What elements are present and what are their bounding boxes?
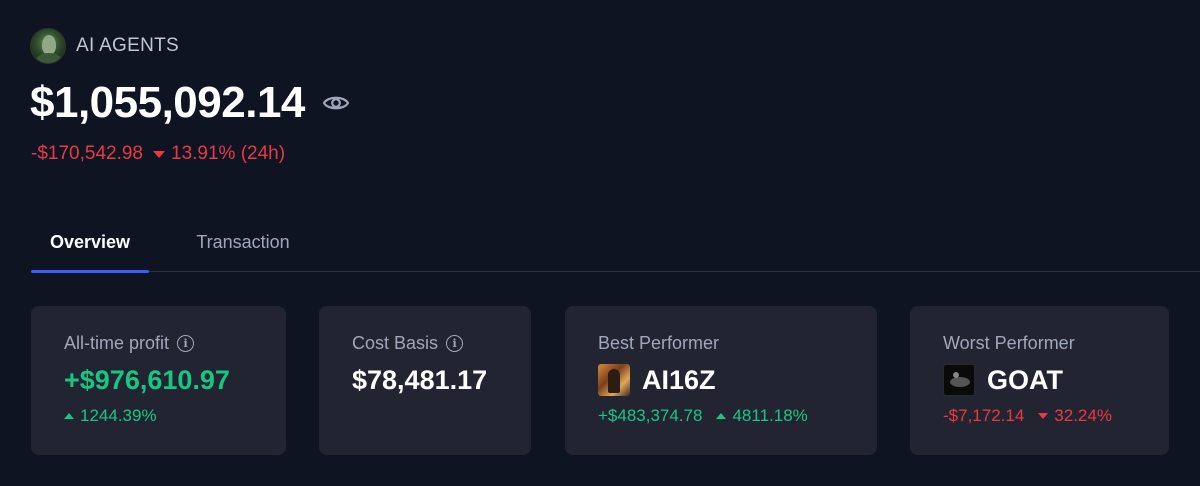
ai16z-logo-icon — [598, 364, 630, 396]
portfolio-name: AI AGENTS — [76, 35, 180, 56]
worst-performer-token: GOAT — [943, 364, 1169, 396]
portfolio-balance: $1,055,092.14 — [30, 78, 305, 127]
all-time-profit-change-value: 1244.39% — [80, 406, 157, 425]
change-percent-value: 13.91% (24h) — [171, 143, 286, 164]
avatar-face — [42, 35, 56, 55]
change-percent: 13.91% (24h) — [153, 143, 285, 165]
cost-basis-card: Cost Basis i $78,481.17 — [319, 306, 531, 455]
best-performer-change-value: 4811.18% — [732, 406, 808, 425]
best-performer-label: Best Performer — [598, 332, 720, 353]
portfolio-page: AI AGENTS $1,055,092.14 -$170,542.98 13.… — [0, 0, 1200, 486]
best-performer-token-name: AI16Z — [642, 364, 716, 395]
cost-basis-label-row: Cost Basis i — [352, 332, 531, 354]
worst-performer-card[interactable]: Worst Performer GOAT -$7,172.14 32.24% — [910, 306, 1169, 455]
avatar-body — [36, 53, 62, 63]
best-performer-change: 4811.18% — [716, 406, 808, 426]
goat-logo-icon — [943, 364, 975, 396]
worst-performer-change-value: 32.24% — [1054, 406, 1112, 425]
portfolio-header: AI AGENTS — [30, 28, 179, 64]
info-icon[interactable]: i — [177, 334, 195, 352]
cost-basis-label: Cost Basis — [352, 332, 439, 353]
cost-basis-value: $78,481.17 — [352, 364, 488, 395]
all-time-profit-change: 1244.39% — [64, 406, 286, 426]
best-performer-token: AI16Z — [598, 364, 877, 396]
all-time-profit-label-row: All-time profit i — [64, 332, 286, 354]
caret-down-icon — [153, 150, 165, 158]
caret-up-icon — [716, 413, 727, 419]
eye-icon[interactable] — [321, 88, 351, 118]
balance-change-row: -$170,542.98 13.91% (24h) — [31, 143, 285, 165]
caret-down-icon — [1038, 413, 1049, 419]
tab-bar: Overview Transaction — [31, 212, 1200, 273]
info-icon[interactable]: i — [446, 334, 464, 352]
caret-up-icon — [64, 413, 74, 419]
best-performer-card[interactable]: Best Performer AI16Z +$483,374.78 4811.1… — [565, 306, 877, 455]
all-time-profit-label: All-time profit — [64, 332, 170, 353]
worst-performer-token-name: GOAT — [987, 364, 1063, 395]
all-time-profit-value: +$976,610.97 — [64, 364, 230, 395]
all-time-profit-card: All-time profit i +$976,610.97 1244.39% — [31, 306, 286, 455]
best-performer-stats: +$483,374.78 4811.18% — [598, 406, 877, 426]
worst-performer-profit: -$7,172.14 — [943, 406, 1025, 425]
tab-transaction[interactable]: Transaction — [171, 212, 315, 272]
best-performer-profit: +$483,374.78 — [598, 406, 703, 425]
worst-performer-change: 32.24% — [1038, 406, 1112, 426]
portfolio-avatar[interactable] — [30, 28, 66, 64]
change-amount: -$170,542.98 — [31, 143, 143, 164]
worst-performer-label: Worst Performer — [943, 332, 1075, 353]
balance-row: $1,055,092.14 — [30, 78, 351, 128]
tab-overview[interactable]: Overview — [31, 212, 149, 273]
worst-performer-stats: -$7,172.14 32.24% — [943, 406, 1169, 426]
